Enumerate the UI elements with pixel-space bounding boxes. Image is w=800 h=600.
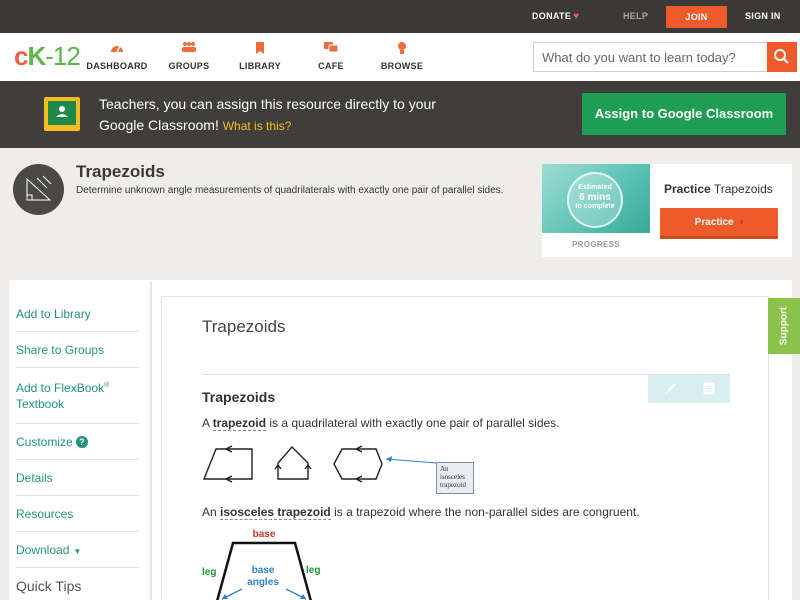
support-label: Support [778,306,790,346]
estimated-time-badge: Estimated 6 mins to complete [567,172,623,228]
p1-lead: A [202,416,213,430]
logo-k: K [27,41,46,71]
diagram-base-label: base [253,529,276,540]
lesson-title: Trapezoids [202,317,286,336]
practice-image: Estimated 6 mins to complete [542,164,650,233]
nav-dashboard-label: DASHBOARD [86,61,148,71]
trapezoid-definition: A trapezoid is a quadrilateral with exac… [202,416,560,431]
search-box [533,42,797,72]
nav-groups-label: GROUPS [168,61,210,71]
browse-icon [367,41,437,57]
estimated-mins: 6 mins [579,192,611,203]
groups-icon [154,41,224,57]
nav-browse-label: BROWSE [380,61,424,71]
annotation-toolbar [648,375,730,403]
concept-description: Determine unknown angle measurements of … [76,185,504,196]
estimated-label: Estimated [578,184,612,191]
practice-heading-bold: Practice [664,182,711,196]
sidebar: Add to Library Share to Groups Add to Fl… [16,296,139,600]
nav-dashboard[interactable]: DASHBOARD [82,41,152,71]
practice-heading-topic: Trapezoids [710,182,773,196]
geometry-concept-icon [13,164,64,215]
to-complete-label: to complete [575,203,615,210]
sidebar-divider [150,282,152,600]
support-tab[interactable]: Support [768,298,800,354]
dashboard-icon [82,41,152,57]
textbook-label: Textbook [16,397,65,411]
search-input[interactable] [534,43,768,71]
logo-12: -12 [45,41,81,71]
ck12-logo[interactable]: cK-12 [14,41,81,72]
logo-c: c [14,41,29,71]
donate-link[interactable]: DONATE ♥ [532,0,579,33]
what-is-this-link[interactable]: What is this? [223,119,292,133]
sidebar-customize[interactable]: Customize? [16,424,139,460]
nav-cafe[interactable]: CAFE [296,41,366,71]
practice-card: Estimated 6 mins to complete PROGRESS Pr… [542,164,792,257]
sidebar-resources[interactable]: Resources [16,496,139,532]
search-icon [774,49,789,64]
notes-icon[interactable] [703,382,715,395]
utility-bar: DONATE ♥ HELP JOIN SIGN IN [0,0,800,33]
progress-label: PROGRESS [572,240,620,249]
isosceles-trapezoid-diagram: base leg leg base angles [202,529,320,600]
cafe-icon [296,41,366,57]
assign-google-classroom-button[interactable]: Assign to Google Classroom [582,93,786,135]
nav-groups[interactable]: GROUPS [154,41,224,71]
isosceles-definition: An isosceles trapezoid is a trapezoid wh… [202,505,640,520]
nav-cafe-label: CAFE [318,61,344,71]
callout-line2: isosceles [440,473,465,481]
flexbook-label: Add to FlexBook [16,381,105,395]
sidebar-quick-tips[interactable]: Quick Tips [16,568,139,600]
sidebar-download[interactable]: Download ▼ [16,532,139,568]
main-nav: cK-12 DASHBOARD GROUPS LIBRARY CAFE BROW… [0,33,800,81]
google-classroom-banner: Teachers, you can assign this resource d… [0,81,800,148]
practice-button-label: Practice [694,217,734,228]
callout-line1: An [440,465,449,473]
sidebar-add-flexbook[interactable]: Add to FlexBook® Textbook [16,368,139,424]
lesson-content: Trapezoids Trapezoids A trapezoid is a q… [161,296,769,600]
diagram-base-angles-line2: angles [247,577,279,588]
nav-library-label: LIBRARY [239,61,281,71]
search-button[interactable] [767,42,797,72]
sidebar-share-groups[interactable]: Share to Groups [16,332,139,368]
caret-down-icon: ▼ [73,547,82,556]
diagram-leg-left-label: leg [202,567,216,578]
nav-browse[interactable]: BROWSE [367,41,437,71]
section-title: Trapezoids [202,389,276,405]
sidebar-details[interactable]: Details [16,460,139,496]
sidebar-add-library[interactable]: Add to Library [16,296,139,332]
concept-title: Trapezoids [76,162,165,181]
library-icon [225,41,295,57]
google-classroom-icon [44,97,80,131]
customize-label: Customize [16,435,73,449]
pencil-icon[interactable] [664,381,678,395]
donate-label: DONATE [532,11,572,21]
isosceles-callout: An isosceles trapezoid [436,462,474,494]
banner-message: Teachers, you can assign this resource d… [99,94,459,137]
diagram-base-angles-line1: base [252,565,275,576]
download-label: Download [16,543,70,557]
p1-rest: is a quadrilateral with exactly one pair… [266,416,560,430]
callout-line3: trapezoid [440,481,467,489]
term-isosceles-trapezoid[interactable]: isosceles trapezoid [220,505,331,520]
concept-header: Trapezoids Determine unknown angle measu… [0,148,800,278]
practice-button[interactable]: Practice › [660,208,778,239]
nav-library[interactable]: LIBRARY [225,41,295,71]
chevron-right-icon: › [739,216,744,228]
term-trapezoid[interactable]: trapezoid [212,416,267,431]
practice-heading: Practice Trapezoids [664,182,773,196]
sign-in-link[interactable]: SIGN IN [745,0,781,33]
help-link[interactable]: HELP [623,0,648,33]
help-icon[interactable]: ? [75,436,88,448]
diagram-leg-right-label: leg [306,565,320,576]
p2-rest: is a trapezoid where the non-parallel si… [330,505,640,519]
join-button[interactable]: JOIN [666,6,727,28]
p2-lead: An [202,505,221,519]
heart-icon: ♥ [573,11,580,22]
registered-mark: ® [104,382,110,389]
